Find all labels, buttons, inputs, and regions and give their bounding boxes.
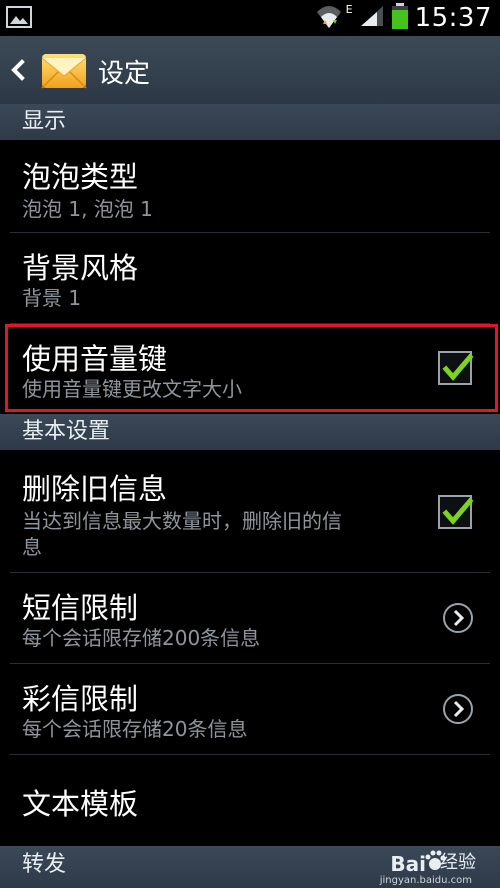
gallery-icon bbox=[6, 5, 32, 29]
section-header-label: 显示 bbox=[22, 109, 67, 134]
delete-old-messages-checkbox[interactable] bbox=[438, 495, 474, 529]
setting-item-subtitle-line-1: 当达到信息最大数量时，删除旧的信 bbox=[22, 509, 342, 533]
setting-item-subtitle-line-2: 息 bbox=[22, 535, 42, 559]
setting-item-bubble-type[interactable]: 泡泡类型 泡泡 1, 泡泡 1 bbox=[0, 140, 500, 232]
setting-item-title: 背景风格 bbox=[22, 251, 139, 285]
page-title: 设定 bbox=[98, 59, 151, 89]
chevron-right-icon[interactable] bbox=[442, 602, 474, 634]
network-type: E bbox=[345, 2, 353, 16]
setting-item-title: 删除旧信息 bbox=[22, 472, 168, 506]
setting-item-subtitle: 背景 1 bbox=[22, 286, 82, 310]
setting-item-title: 彩信限制 bbox=[22, 682, 139, 716]
back-icon[interactable] bbox=[4, 50, 34, 90]
setting-item-mms-limit[interactable]: 彩信限制 每个会话限存储20条信息 bbox=[0, 664, 500, 754]
watermark-brand: Bai bbox=[390, 852, 426, 876]
section-header-display: 显示 bbox=[0, 104, 500, 140]
setting-item-delete-old-messages[interactable]: 删除旧信息 当达到信息最大数量时，删除旧的信 息 bbox=[0, 450, 500, 572]
setting-item-title: 文本模板 bbox=[22, 787, 139, 821]
section-header-label: 基本设置 bbox=[22, 419, 111, 444]
section-header-basic-settings: 基本设置 bbox=[0, 414, 500, 450]
wifi-icon bbox=[314, 2, 344, 34]
clock: 15:37 bbox=[414, 3, 492, 33]
messaging-app-icon[interactable] bbox=[40, 48, 88, 92]
setting-item-title: 短信限制 bbox=[22, 591, 139, 625]
setting-item-sms-limit[interactable]: 短信限制 每个会话限存储200条信息 bbox=[0, 573, 500, 663]
setting-item-background-style[interactable]: 背景风格 背景 1 bbox=[0, 233, 500, 323]
setting-item-subtitle: 每个会话限存储20条信息 bbox=[22, 717, 248, 741]
setting-item-text-templates[interactable]: 文本模板 bbox=[0, 755, 500, 845]
action-bar: 设定 bbox=[0, 36, 500, 104]
check-icon bbox=[442, 497, 474, 525]
highlight-box bbox=[5, 324, 498, 412]
status-bar: E 15:37 bbox=[0, 0, 500, 36]
setting-item-subtitle: 每个会话限存储200条信息 bbox=[22, 626, 261, 650]
battery-icon bbox=[391, 2, 409, 34]
baidu-watermark: Bai 经验 jingyan.baidu.com bbox=[320, 844, 490, 888]
setting-item-title: 泡泡类型 bbox=[22, 160, 139, 194]
watermark-url: jingyan.baidu.com bbox=[379, 875, 472, 886]
watermark-suffix: 经验 bbox=[440, 852, 476, 873]
setting-item-subtitle: 泡泡 1, 泡泡 1 bbox=[22, 197, 153, 221]
chevron-right-icon[interactable] bbox=[442, 693, 474, 725]
signal-icon bbox=[359, 4, 385, 32]
